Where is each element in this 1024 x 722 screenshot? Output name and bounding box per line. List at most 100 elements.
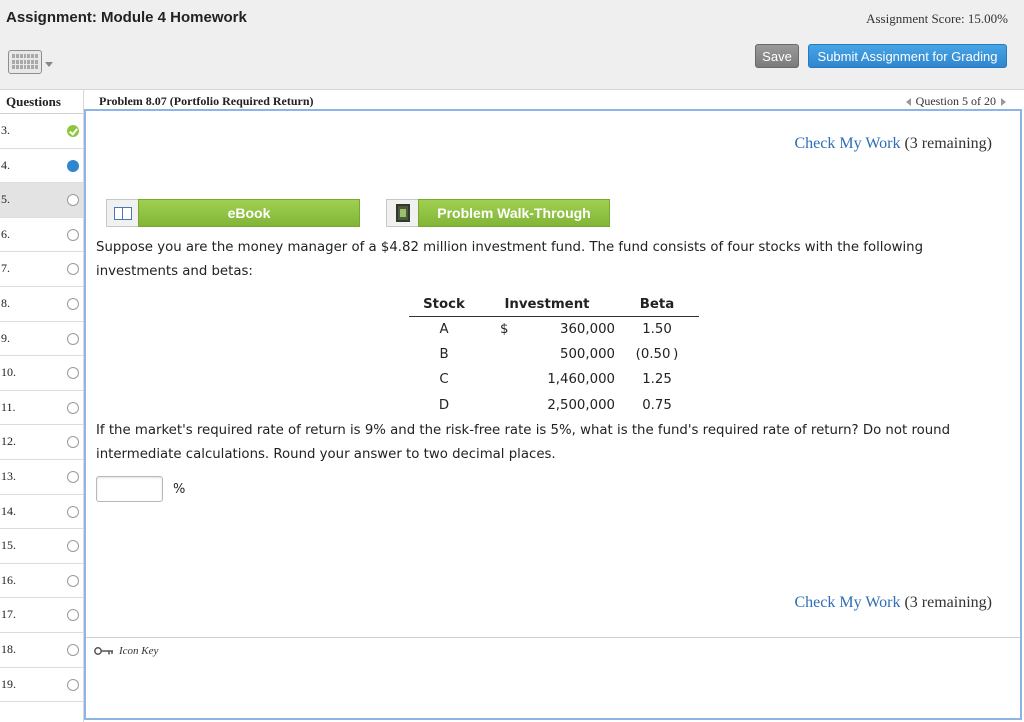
question-item[interactable]: 4. bbox=[0, 149, 83, 184]
empty-circle-icon bbox=[67, 574, 79, 587]
stock-cell: B bbox=[439, 346, 449, 362]
assignment-score: Assignment Score: 15.00% bbox=[866, 11, 1008, 26]
stock-cell: A bbox=[439, 321, 449, 337]
assignment-title: Assignment: Module 4 Homework bbox=[6, 9, 247, 26]
column-header-stock: Stock bbox=[409, 293, 479, 317]
empty-circle-icon bbox=[67, 332, 79, 345]
previous-question-icon[interactable] bbox=[905, 97, 911, 106]
keyboard-icon bbox=[8, 50, 42, 74]
question-item[interactable]: 15. bbox=[0, 529, 83, 564]
question-number: 9. bbox=[1, 330, 10, 345]
icon-key[interactable]: Icon Key bbox=[94, 645, 158, 657]
table-row: A $360,000 1.50 bbox=[409, 316, 699, 342]
answer-unit: % bbox=[173, 481, 186, 497]
table-row: B 500,000 (0.50 ) bbox=[409, 342, 699, 368]
question-item[interactable]: 17. bbox=[0, 598, 83, 633]
investment-cell: 2,500,000 bbox=[547, 397, 615, 413]
question-number: 17. bbox=[1, 607, 16, 622]
investment-cell: 360,000 bbox=[560, 321, 615, 337]
answer-input[interactable] bbox=[96, 476, 163, 502]
next-question-icon[interactable] bbox=[1001, 97, 1006, 106]
question-item[interactable]: 12. bbox=[0, 425, 83, 460]
question-item[interactable]: 14. bbox=[0, 495, 83, 530]
question-item[interactable]: 5. bbox=[0, 183, 83, 218]
key-icon bbox=[94, 647, 113, 655]
divider bbox=[86, 637, 1020, 638]
stock-cell: C bbox=[439, 372, 449, 388]
question-item[interactable]: 9. bbox=[0, 322, 83, 357]
question-item[interactable]: 10. bbox=[0, 356, 83, 391]
question-number: 12. bbox=[1, 434, 16, 449]
beta-cell: (0.50 ) bbox=[635, 346, 679, 362]
question-number: 5. bbox=[1, 192, 10, 207]
question-item[interactable]: 6. bbox=[0, 218, 83, 253]
check-my-work-link[interactable]: Check My Work bbox=[795, 135, 901, 152]
problem-panel: Check My Work (3 remaining) eBook Proble… bbox=[84, 109, 1022, 720]
question-item[interactable]: 18. bbox=[0, 633, 83, 668]
empty-circle-icon bbox=[67, 505, 79, 518]
table-row: C 1,460,000 1.25 bbox=[409, 367, 699, 393]
questions-list: 3. 4. 5. 6. 7. 8. 9. 10. 11. 12. 13. 14.… bbox=[0, 114, 83, 703]
check-circle-icon bbox=[67, 125, 79, 137]
empty-circle-icon bbox=[67, 678, 79, 691]
chevron-down-icon bbox=[45, 61, 53, 67]
top-bar: Assignment: Module 4 Homework Assignment… bbox=[0, 0, 1024, 90]
filled-circle-icon bbox=[67, 159, 79, 172]
question-number: 8. bbox=[1, 295, 10, 310]
question-item[interactable]: 16. bbox=[0, 564, 83, 599]
question-number: 13. bbox=[1, 468, 16, 483]
icon-key-label: Icon Key bbox=[119, 645, 159, 657]
check-remaining: (3 remaining) bbox=[904, 594, 992, 611]
book-icon bbox=[113, 206, 132, 220]
empty-circle-icon bbox=[67, 297, 79, 310]
question-item[interactable]: 19. bbox=[0, 668, 83, 703]
stock-table: Stock Investment Beta A $360,000 1.50 B … bbox=[409, 293, 699, 418]
problem-question: If the market's required rate of return … bbox=[96, 423, 951, 462]
question-item[interactable]: 13. bbox=[0, 460, 83, 495]
submit-assignment-button[interactable]: Submit Assignment for Grading bbox=[808, 44, 1007, 68]
questions-heading: Questions bbox=[0, 90, 83, 114]
empty-circle-icon bbox=[67, 263, 79, 276]
check-my-work-link[interactable]: Check My Work bbox=[795, 594, 901, 611]
question-number: 10. bbox=[1, 365, 16, 380]
questions-sidebar: Questions 3. 4. 5. 6. 7. 8. 9. 10. 11. 1… bbox=[0, 90, 84, 722]
question-number: 4. bbox=[1, 157, 10, 172]
question-number: 11. bbox=[1, 399, 16, 414]
question-number: 19. bbox=[1, 676, 16, 691]
resource-buttons: eBook Problem Walk-Through bbox=[106, 199, 610, 227]
empty-circle-icon bbox=[67, 228, 79, 241]
question-number: 14. bbox=[1, 503, 16, 518]
investment-cell: 500,000 bbox=[560, 346, 615, 362]
column-header-beta: Beta bbox=[615, 293, 699, 317]
column-header-investment: Investment bbox=[479, 293, 615, 317]
beta-cell: 1.25 bbox=[642, 372, 672, 388]
empty-circle-icon bbox=[67, 436, 79, 449]
question-number: 16. bbox=[1, 572, 16, 587]
problem-title: Problem 8.07 (Portfolio Required Return) bbox=[99, 94, 314, 110]
check-my-work-bottom: Check My Work (3 remaining) bbox=[795, 594, 993, 612]
answer-row: % bbox=[96, 476, 185, 502]
table-row: D 2,500,000 0.75 bbox=[409, 393, 699, 419]
question-item[interactable]: 7. bbox=[0, 252, 83, 287]
beta-cell: 1.50 bbox=[642, 321, 672, 337]
film-icon bbox=[395, 204, 410, 222]
empty-circle-icon bbox=[67, 401, 79, 414]
check-remaining: (3 remaining) bbox=[904, 135, 992, 152]
ebook-button[interactable]: eBook bbox=[106, 199, 360, 227]
empty-circle-icon bbox=[67, 194, 79, 207]
question-item[interactable]: 8. bbox=[0, 287, 83, 322]
question-number: 6. bbox=[1, 226, 10, 241]
save-button[interactable]: Save bbox=[755, 44, 799, 68]
problem-intro: Suppose you are the money manager of a $… bbox=[96, 240, 924, 279]
question-item[interactable]: 11. bbox=[0, 391, 83, 426]
empty-circle-icon bbox=[67, 367, 79, 380]
question-number: 3. bbox=[1, 123, 10, 137]
question-position: Question 5 of 20 bbox=[915, 94, 996, 108]
problem-walkthrough-button[interactable]: Problem Walk-Through bbox=[386, 199, 610, 227]
stock-cell: D bbox=[438, 397, 450, 413]
investment-cell: 1,460,000 bbox=[547, 372, 615, 388]
empty-circle-icon bbox=[67, 470, 79, 483]
keyboard-menu[interactable] bbox=[8, 48, 56, 76]
walkthrough-label: Problem Walk-Through bbox=[418, 199, 610, 227]
question-item[interactable]: 3. bbox=[0, 114, 83, 149]
